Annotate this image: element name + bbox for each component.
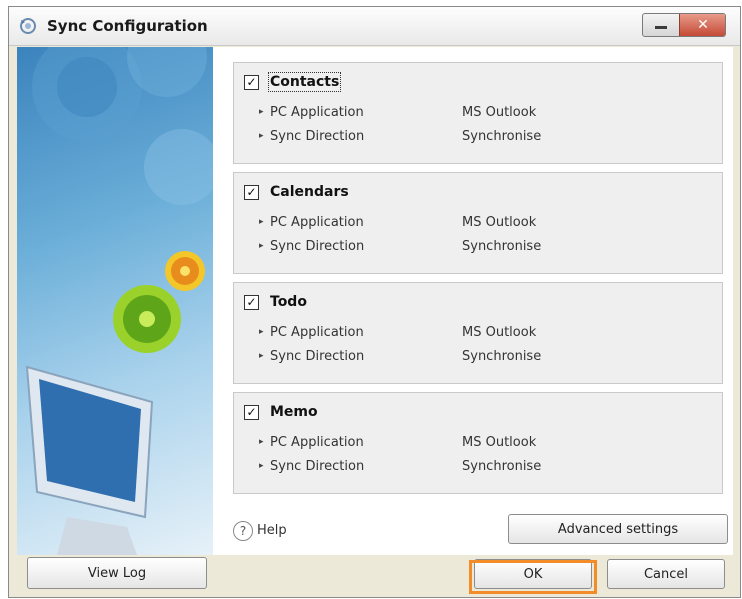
memo-group: ✓ Memo PC Application MS Outlook Sync Di…	[233, 392, 723, 494]
close-icon: ✕	[697, 17, 709, 33]
pc-application-label: PC Application	[259, 105, 364, 120]
green-gear-icon	[113, 285, 181, 353]
pc-application-label: PC Application	[259, 435, 364, 450]
contacts-label[interactable]: Contacts	[267, 72, 342, 92]
decorative-side-banner	[17, 47, 213, 555]
window-controls: ✕	[642, 13, 726, 37]
minimize-icon	[655, 26, 667, 29]
memo-checkbox[interactable]: ✓	[244, 405, 259, 420]
cancel-button[interactable]: Cancel	[607, 559, 725, 589]
todo-checkbox[interactable]: ✓	[244, 295, 259, 310]
calendars-checkbox[interactable]: ✓	[244, 185, 259, 200]
sync-configuration-window: Sync Configuration ✕ ✓ Contacts ▸ PC App…	[8, 6, 741, 598]
pc-application-label: PC Application	[259, 325, 364, 340]
help-label[interactable]: Help	[257, 523, 287, 538]
yellow-gear-icon	[165, 251, 205, 291]
todo-group: ✓ Todo PC Application MS Outlook Sync Di…	[233, 282, 723, 384]
todo-label[interactable]: Todo	[270, 294, 307, 310]
calendars-group: ✓ Calendars PC Application MS Outlook Sy…	[233, 172, 723, 274]
sync-direction-label: Sync Direction	[259, 129, 364, 144]
window-title: Sync Configuration	[47, 17, 208, 35]
sync-direction-label: Sync Direction	[259, 239, 364, 254]
monitor-icon	[25, 365, 154, 555]
gears-and-monitor-illustration	[25, 47, 213, 555]
pc-application-value: MS Outlook	[462, 105, 537, 120]
contacts-checkbox[interactable]: ✓	[244, 75, 259, 90]
title-bar: Sync Configuration ✕	[9, 7, 740, 46]
pc-application-value: MS Outlook	[462, 215, 537, 230]
pc-application-label: PC Application	[259, 215, 364, 230]
sync-direction-value: Synchronise	[462, 459, 542, 474]
sync-direction-label: Sync Direction	[259, 349, 364, 364]
memo-label[interactable]: Memo	[270, 404, 318, 420]
sync-direction-label: Sync Direction	[259, 459, 364, 474]
advanced-settings-button[interactable]: Advanced settings	[508, 514, 728, 544]
ok-button-highlight	[469, 560, 597, 594]
sync-settings-panel: ✓ Contacts PC Application MS Outlook Syn…	[213, 47, 733, 555]
contacts-group: ✓ Contacts PC Application MS Outlook Syn…	[233, 62, 723, 164]
sync-direction-value: Synchronise	[462, 239, 542, 254]
close-button[interactable]: ✕	[679, 14, 725, 36]
calendars-label[interactable]: Calendars	[270, 184, 349, 200]
view-log-button[interactable]: View Log	[27, 557, 207, 589]
pc-application-value: MS Outlook	[462, 435, 537, 450]
minimize-button[interactable]	[643, 14, 679, 36]
pc-application-value: MS Outlook	[462, 325, 537, 340]
sync-app-icon	[20, 18, 36, 34]
sync-direction-value: Synchronise	[462, 349, 542, 364]
sync-direction-value: Synchronise	[462, 129, 542, 144]
help-icon[interactable]: ?	[233, 521, 253, 541]
